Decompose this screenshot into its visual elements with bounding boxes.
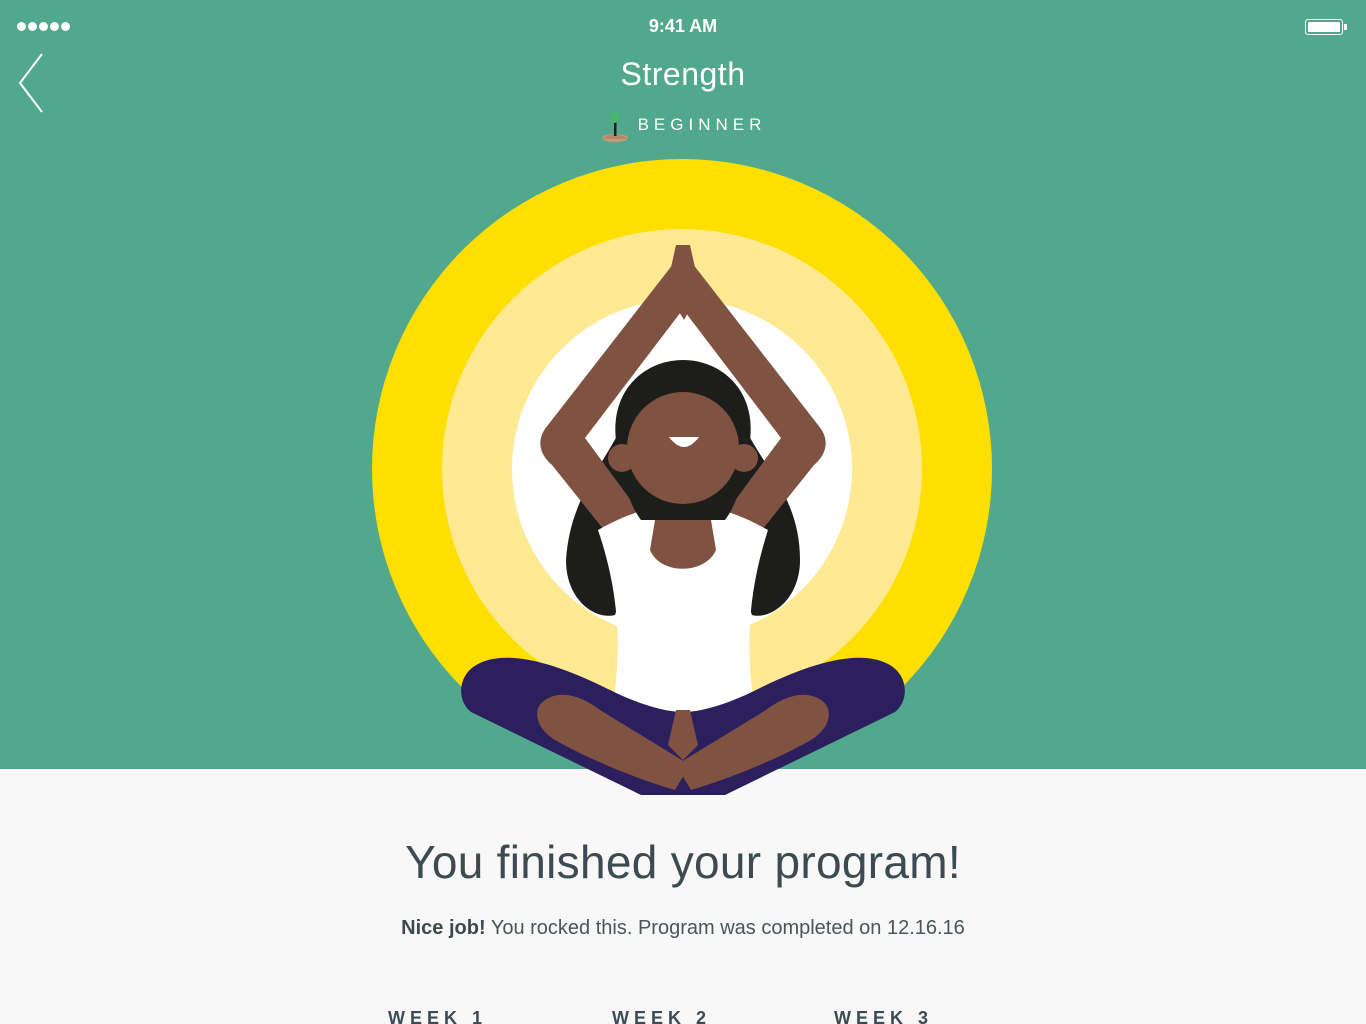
level-label: BEGINNER: [637, 115, 767, 134]
page-title: Strength: [620, 56, 746, 92]
week-tabs: WEEK 1 WEEK 2 WEEK 3: [0, 1008, 1366, 1024]
week-tab-3[interactable]: WEEK 3: [834, 1008, 933, 1024]
week-tab-2[interactable]: WEEK 2: [612, 1008, 711, 1024]
program-complete-screen: 9:41 AM Strength BEGINNER You finished y…: [0, 0, 1366, 1024]
completion-emphasis: Nice job!: [401, 917, 486, 939]
status-time: 9:41 AM: [648, 16, 718, 36]
battery-icon: [1305, 19, 1347, 35]
sprout-icon: [601, 110, 628, 142]
status-bar: 9:41 AM: [0, 0, 1366, 54]
face: [627, 392, 739, 504]
left-ear: [608, 444, 636, 472]
week-tab-1[interactable]: WEEK 1: [388, 1008, 487, 1024]
completion-message: Nice job! You rocked this. Program was c…: [0, 917, 1366, 940]
completion-detail: You rocked this. Program was completed o…: [485, 917, 965, 939]
level-badge: BEGINNER: [0, 108, 1366, 142]
completion-headline: You finished your program!: [405, 836, 961, 888]
right-ear: [730, 444, 758, 472]
